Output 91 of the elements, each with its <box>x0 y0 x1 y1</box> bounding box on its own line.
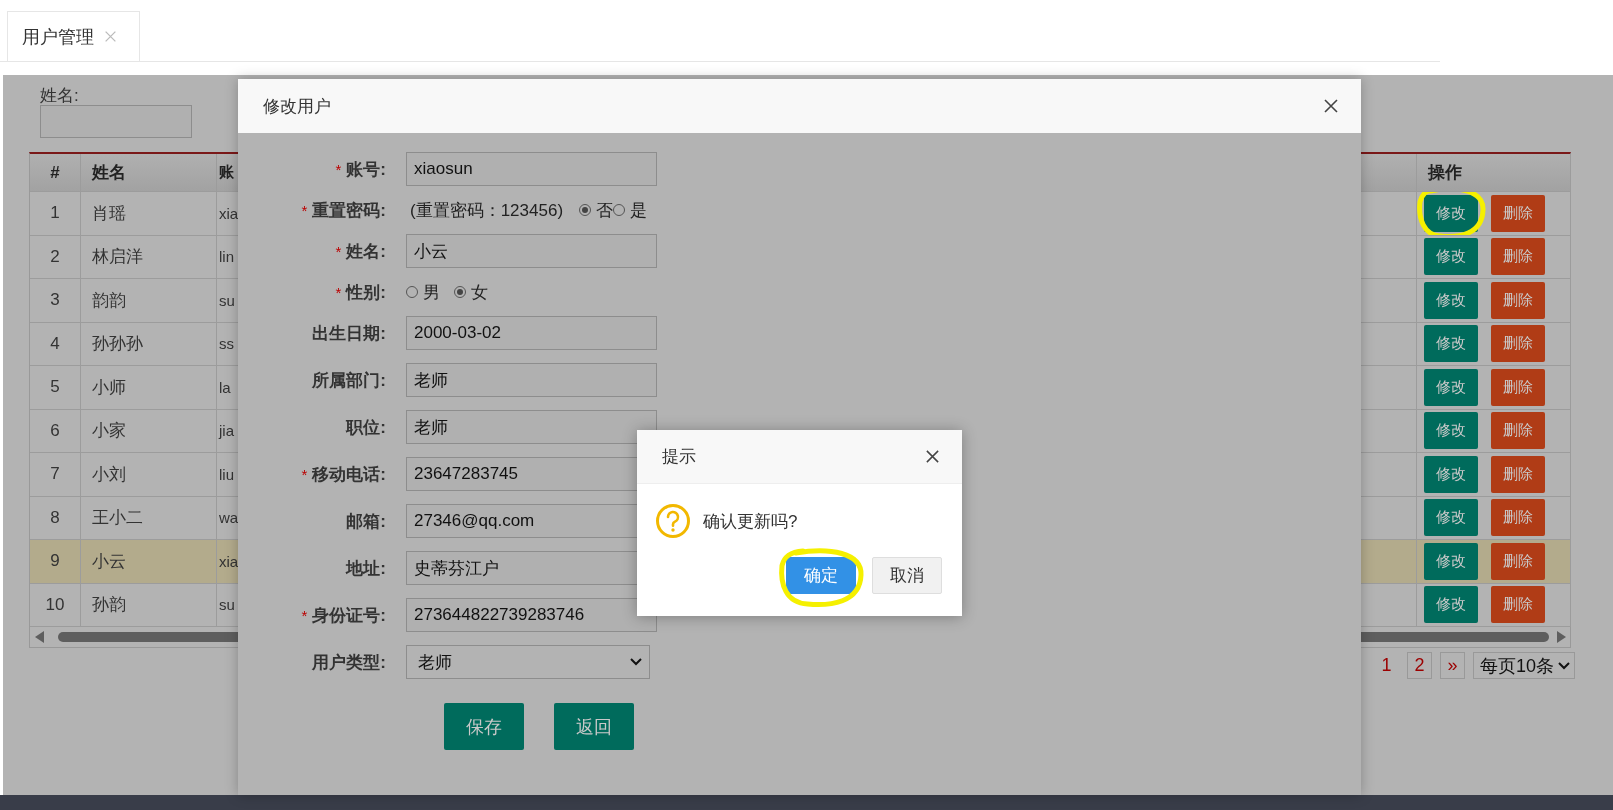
required-mark: * <box>335 160 342 178</box>
edit-button[interactable]: 修改 <box>1424 455 1478 493</box>
delete-button[interactable]: 删除 <box>1491 499 1545 537</box>
edit-button[interactable]: 修改 <box>1424 238 1478 276</box>
edit-button[interactable]: 修改 <box>1424 368 1478 406</box>
page-link[interactable]: 2 <box>1406 652 1432 679</box>
edit-button[interactable]: 修改 <box>1424 542 1478 580</box>
field-label: 姓名: <box>40 85 80 105</box>
edit-button[interactable]: 修改 <box>1424 412 1478 450</box>
table-cell: 6 <box>30 409 81 453</box>
input-field[interactable] <box>40 105 192 138</box>
input-field[interactable]: 273644822739283746 <box>406 598 657 632</box>
edit-button[interactable]: 修改 <box>1424 325 1478 363</box>
delete-button[interactable]: 删除 <box>1491 325 1545 363</box>
table-cell: 孙孙孙 <box>81 322 217 366</box>
input-field[interactable]: xiaosun <box>406 152 657 186</box>
field-label: 姓名: <box>346 240 386 263</box>
field-label: 移动电话: <box>312 463 386 486</box>
delete-button[interactable]: 删除 <box>1491 368 1545 406</box>
field-label: 重置密码: <box>312 199 386 222</box>
required-mark: * <box>301 465 308 483</box>
page-link[interactable]: 1 <box>1373 652 1399 679</box>
tab[interactable]: 用户管理 <box>7 11 140 61</box>
select-field[interactable]: 老师 <box>406 645 650 679</box>
edit-button[interactable]: 修改 <box>1424 499 1478 537</box>
dialog-message: 确认更新吗? <box>703 510 798 533</box>
required-mark: * <box>335 283 342 301</box>
table-cell: 3 <box>30 279 81 323</box>
form-button[interactable]: 保存 <box>444 703 524 750</box>
table-cell: 9 <box>30 540 81 584</box>
field-label: 所属部门: <box>312 369 386 392</box>
input-field[interactable]: 老师 <box>406 410 657 444</box>
table-cell: 4 <box>30 322 81 366</box>
modal-title: 修改用户 <box>263 95 331 118</box>
close-icon[interactable] <box>1323 98 1339 114</box>
field-label: 地址: <box>346 557 386 580</box>
delete-button[interactable]: 删除 <box>1491 542 1545 580</box>
field-label: 账号: <box>346 158 386 181</box>
required-mark: * <box>335 242 342 260</box>
edit-button[interactable]: 修改 <box>1424 194 1478 232</box>
table-cell: 5 <box>30 366 81 410</box>
table-cell: 小刘 <box>81 453 217 497</box>
page-size-select[interactable]: 每页10条 <box>1472 652 1575 679</box>
table-cell: 10 <box>30 583 81 627</box>
table-cell: 小师 <box>81 366 217 410</box>
table-cell: 7 <box>30 453 81 497</box>
table-cell: 孙韵 <box>81 583 217 627</box>
confirm-button[interactable]: 确定 <box>786 557 856 594</box>
next-page-button[interactable]: » <box>1439 652 1465 679</box>
delete-button[interactable]: 删除 <box>1491 586 1545 624</box>
radio-label: 男 <box>423 281 440 304</box>
chevron-down-icon <box>1558 661 1570 670</box>
table-cell: 肖瑶 <box>81 192 217 236</box>
column-header <box>1361 154 1417 192</box>
table-cell: 韵韵 <box>81 279 217 323</box>
table-cell: 小云 <box>81 540 217 584</box>
field-label: 职位: <box>346 416 386 439</box>
table-cell: 1 <box>30 192 81 236</box>
cancel-button[interactable]: 取消 <box>872 557 942 594</box>
question-icon <box>655 503 691 539</box>
input-field[interactable]: 老师 <box>406 363 657 397</box>
input-field[interactable]: 2000-03-02 <box>406 316 657 350</box>
delete-button[interactable]: 删除 <box>1491 412 1545 450</box>
edit-button[interactable]: 修改 <box>1424 586 1478 624</box>
required-mark: * <box>301 606 308 624</box>
edit-button[interactable]: 修改 <box>1424 281 1478 319</box>
radio-label: 是 <box>630 199 648 222</box>
field-label: 身份证号: <box>312 604 386 627</box>
dialog-title: 提示 <box>662 446 696 468</box>
hint-text: (重置密码：123456) <box>409 199 564 222</box>
table-cell: 林启洋 <box>81 235 217 279</box>
column-header: 姓名 <box>81 154 217 192</box>
input-field[interactable]: 小云 <box>406 234 657 268</box>
table-cell: 小家 <box>81 409 217 453</box>
field-label: 邮箱: <box>346 510 386 533</box>
column-header: # <box>30 154 81 192</box>
field-label: 出生日期: <box>312 322 386 345</box>
close-icon[interactable] <box>925 449 940 464</box>
field-label: 性别: <box>346 281 386 304</box>
delete-button[interactable]: 删除 <box>1491 281 1545 319</box>
chevron-down-icon <box>630 658 642 666</box>
delete-button[interactable]: 删除 <box>1491 194 1545 232</box>
delete-button[interactable]: 删除 <box>1491 455 1545 493</box>
required-mark: * <box>301 201 308 219</box>
form-button[interactable]: 返回 <box>554 703 634 750</box>
column-header: 操作 <box>1417 154 1571 192</box>
radio-label: 女 <box>471 281 488 304</box>
radio-label: 否 <box>596 199 614 222</box>
table-cell: 2 <box>30 235 81 279</box>
delete-button[interactable]: 删除 <box>1491 238 1545 276</box>
field-label: 用户类型: <box>312 651 386 674</box>
